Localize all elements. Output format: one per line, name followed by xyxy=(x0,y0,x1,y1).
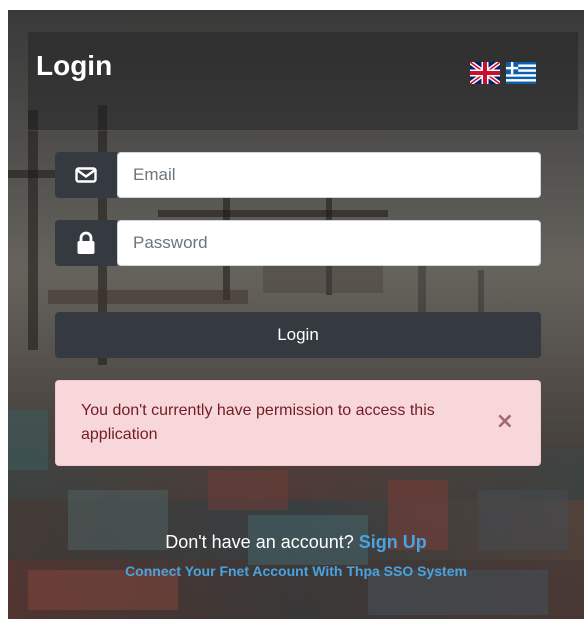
envelope-icon xyxy=(55,152,117,198)
signup-prompt-line: Don't have an account? Sign Up xyxy=(8,532,584,553)
signup-link[interactable]: Sign Up xyxy=(359,532,427,552)
close-icon[interactable]: × xyxy=(496,411,514,433)
uk-flag-icon[interactable] xyxy=(468,60,502,86)
page-title: Login xyxy=(36,50,113,81)
email-field[interactable] xyxy=(117,152,541,198)
alert-message: You don't currently have permission to a… xyxy=(81,402,435,443)
email-input-group xyxy=(55,152,543,198)
password-input-group xyxy=(55,220,543,266)
login-button[interactable]: Login xyxy=(55,312,541,358)
lock-icon xyxy=(55,220,117,266)
greece-flag-icon[interactable] xyxy=(506,62,536,84)
password-field[interactable] xyxy=(117,220,541,266)
login-page: Login Email Login You don't currently ha… xyxy=(8,10,584,619)
sso-connect-link[interactable]: Connect Your Fnet Account With Thpa SSO … xyxy=(8,563,584,579)
signup-prompt: Don't have an account? xyxy=(165,532,354,552)
permission-alert: You don't currently have permission to a… xyxy=(55,380,541,466)
